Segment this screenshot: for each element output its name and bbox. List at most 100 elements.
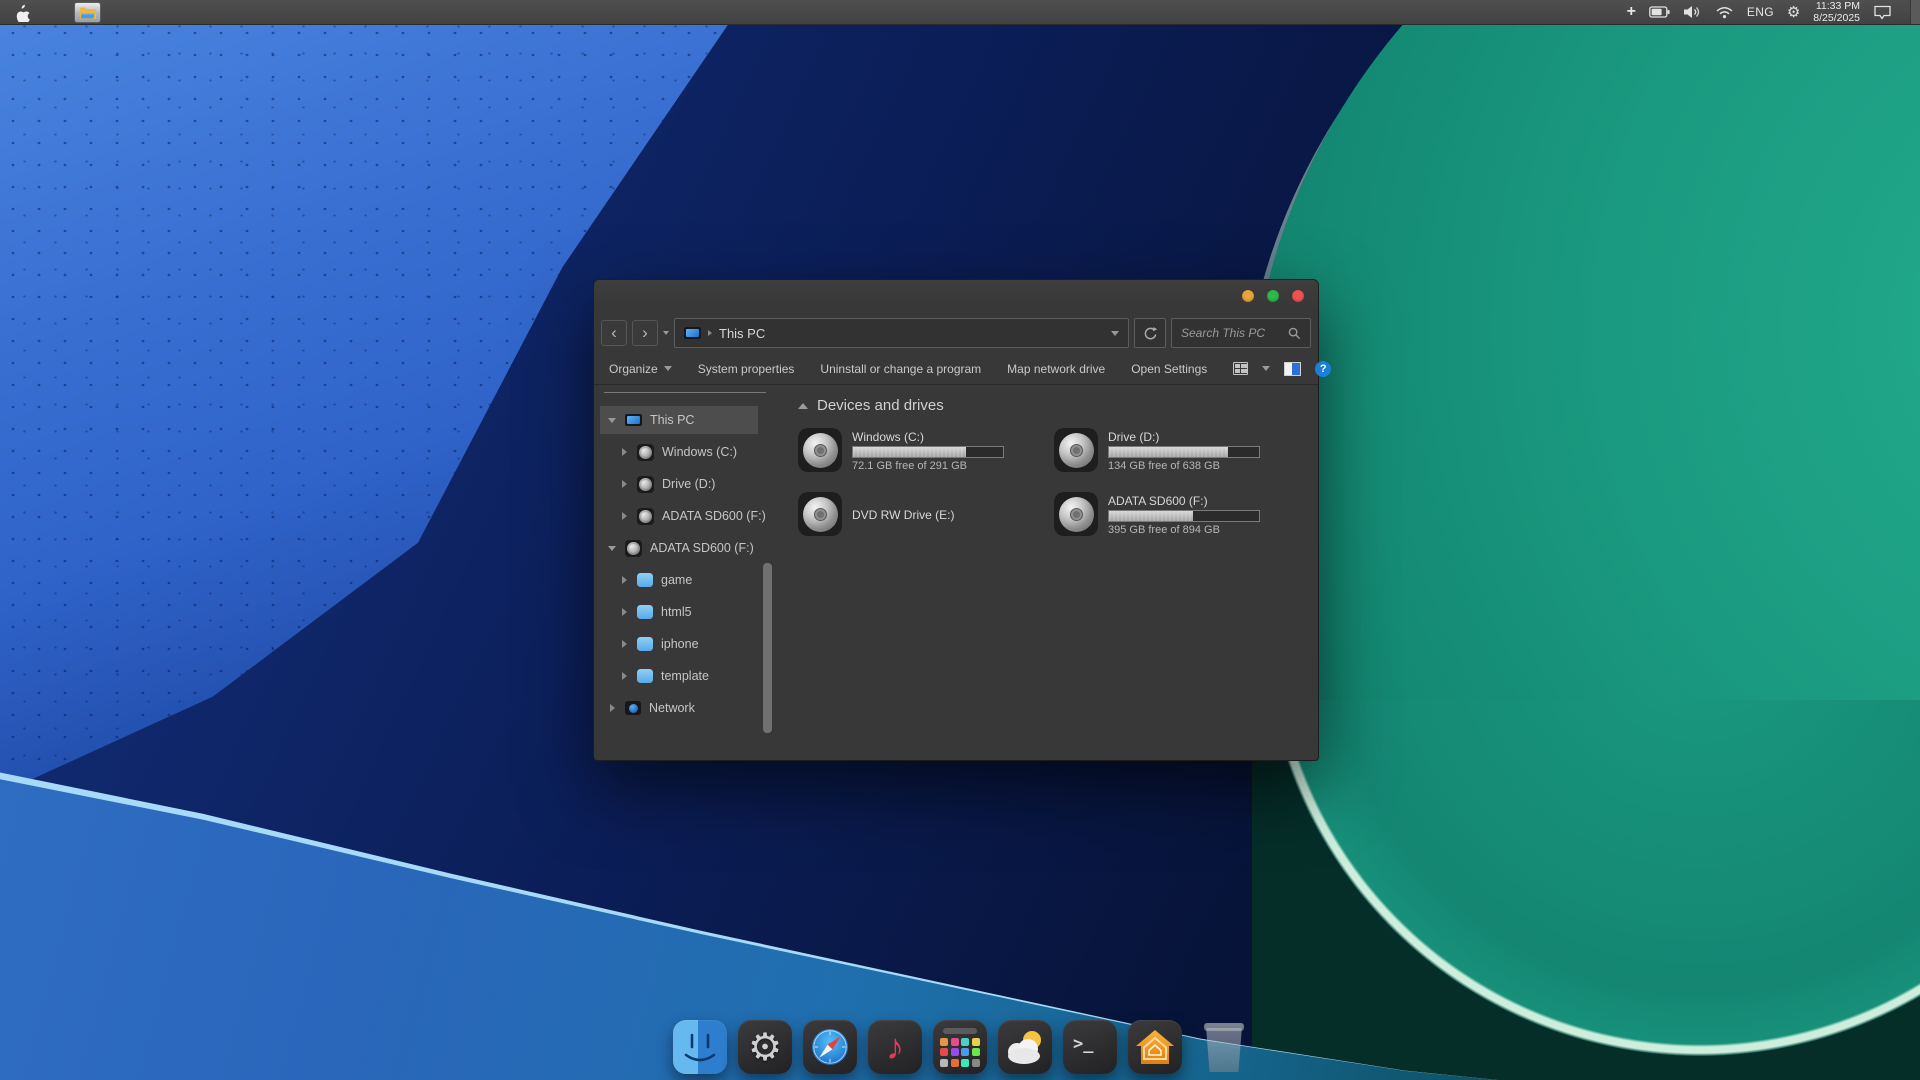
dock-safari-icon[interactable] [803, 1020, 857, 1074]
tree-item-game[interactable]: game [594, 564, 776, 596]
section-title: Devices and drives [817, 397, 944, 414]
tree-item-html5[interactable]: html5 [594, 596, 776, 628]
drive-icon [1054, 492, 1098, 536]
maximize-button[interactable] [1267, 290, 1279, 302]
tree-item-drive-d[interactable]: Drive (D:) [594, 468, 776, 500]
change-view-icon[interactable] [1233, 362, 1249, 375]
tree-item-label: template [661, 669, 709, 683]
collapse-arrow-icon[interactable] [609, 704, 615, 712]
window-controls [1242, 290, 1304, 302]
tree-item-iphone[interactable]: iphone [594, 628, 776, 660]
clock-time: 11:33 PM [1815, 0, 1860, 12]
window-titlebar[interactable] [594, 280, 1318, 313]
tree-item-this-pc[interactable]: This PC [594, 404, 776, 436]
dock-settings-icon[interactable]: ⚙ [738, 1020, 792, 1074]
wallpaper-dark-corner [1252, 700, 1920, 1080]
collapse-arrow-icon[interactable] [621, 512, 627, 520]
collapse-arrow-icon[interactable] [621, 640, 627, 648]
collapse-arrow-icon[interactable] [621, 576, 627, 584]
clock[interactable]: 11:33 PM 8/25/2025 [1813, 0, 1860, 24]
drive-name: DVD RW Drive (E:) [852, 508, 955, 522]
dock-launchpad-icon[interactable] [933, 1020, 987, 1074]
drive-name: ADATA SD600 (F:) [1108, 494, 1208, 508]
disk-icon [637, 507, 654, 525]
drive-tile-dvd-e[interactable]: DVD RW Drive (E:) [798, 492, 1054, 538]
address-bar[interactable]: This PC [674, 318, 1129, 348]
tree-item-windows-c[interactable]: Windows (C:) [594, 436, 776, 468]
collapse-arrow-icon[interactable] [621, 448, 627, 456]
search-box[interactable]: Search This PC [1171, 318, 1311, 348]
network-icon [625, 701, 641, 715]
open-settings-button[interactable]: Open Settings [1131, 362, 1207, 376]
drive-tile-windows-c[interactable]: Windows (C:) 72.1 GB free of 291 GB [798, 428, 1054, 474]
tree-item-label: ADATA SD600 (F:) [650, 541, 754, 555]
folder-icon [637, 573, 653, 587]
free-space-text: 134 GB free of 638 GB [1108, 460, 1220, 472]
settings-gear-icon[interactable]: ⚙ [1787, 3, 1800, 21]
show-desktop-strip[interactable] [1910, 0, 1920, 24]
collapse-arrow-icon[interactable] [621, 672, 627, 680]
view-dropdown-icon[interactable] [1262, 366, 1271, 371]
dock-weather-icon[interactable] [998, 1020, 1052, 1074]
tree-item-adata-f-expanded[interactable]: ADATA SD600 (F:) [594, 532, 776, 564]
expand-arrow-icon[interactable] [608, 417, 616, 423]
content-pane: Devices and drives Windows (C:) 72.1 GB … [776, 385, 1318, 760]
section-collapse-icon[interactable] [798, 402, 808, 409]
action-center-icon[interactable] [1873, 5, 1892, 20]
drive-icon [1054, 428, 1098, 472]
wifi-icon[interactable] [1715, 5, 1734, 19]
map-network-drive-button[interactable]: Map network drive [1007, 362, 1105, 376]
address-dropdown-icon[interactable] [1111, 330, 1119, 336]
drive-tile-drive-d[interactable]: Drive (D:) 134 GB free of 638 GB [1054, 428, 1310, 474]
capacity-bar [1108, 446, 1260, 458]
expand-arrow-icon[interactable] [608, 545, 616, 551]
apple-menu-icon[interactable] [14, 4, 30, 22]
file-explorer-icon [79, 7, 96, 19]
drive-tile-adata-f[interactable]: ADATA SD600 (F:) 395 GB free of 894 GB [1054, 492, 1310, 538]
dock-finder-icon[interactable] [673, 1020, 727, 1074]
file-explorer-taskbar-button[interactable] [74, 2, 101, 23]
tree-item-label: This PC [650, 413, 695, 427]
computer-icon [625, 414, 642, 426]
drive-name: Windows (C:) [852, 430, 925, 444]
tree-item-template[interactable]: template [594, 660, 776, 692]
sidebar-scrollbar[interactable] [763, 563, 772, 733]
back-button[interactable]: ‹ [601, 320, 627, 346]
free-space-text: 72.1 GB free of 291 GB [852, 460, 967, 472]
tree-item-label: ADATA SD600 (F:) [662, 509, 766, 523]
dock-home-icon[interactable] [1128, 1020, 1182, 1074]
language-indicator[interactable]: ENG [1747, 5, 1774, 19]
tree-item-label: game [661, 573, 693, 587]
dock-terminal-icon[interactable]: >_ [1063, 1020, 1117, 1074]
dock-music-icon[interactable]: ♪ [868, 1020, 922, 1074]
search-icon[interactable] [1288, 327, 1301, 340]
uninstall-program-button[interactable]: Uninstall or change a program [820, 362, 981, 376]
help-icon[interactable]: ? [1315, 360, 1332, 377]
preview-pane-icon[interactable] [1284, 361, 1302, 376]
drive-name: Drive (D:) [1108, 430, 1160, 444]
collapse-arrow-icon[interactable] [621, 608, 627, 616]
minimize-button[interactable] [1242, 290, 1254, 302]
breadcrumb-arrow-icon [708, 330, 712, 336]
dock: ⚙ ♪ >_ [673, 1020, 1247, 1074]
sidebar-divider [604, 392, 766, 393]
disk-icon [637, 475, 654, 493]
forward-button[interactable]: › [632, 320, 658, 346]
battery-icon[interactable] [1649, 6, 1670, 18]
address-text: This PC [719, 325, 766, 341]
dock-trash-icon[interactable] [1201, 1020, 1247, 1074]
section-header[interactable]: Devices and drives [798, 397, 1318, 414]
plus-icon[interactable]: + [1627, 4, 1636, 20]
volume-icon[interactable] [1683, 5, 1702, 19]
tree-item-label: Network [649, 701, 695, 715]
close-button[interactable] [1292, 290, 1304, 302]
system-properties-button[interactable]: System properties [698, 362, 795, 376]
refresh-button[interactable] [1134, 318, 1166, 348]
tree-item-adata-f[interactable]: ADATA SD600 (F:) [594, 500, 776, 532]
recent-locations-chevron-icon[interactable] [663, 331, 669, 335]
disk-icon [625, 539, 642, 557]
organize-button[interactable]: Organize [609, 362, 672, 376]
navigation-pane: This PC Windows (C:) Drive (D:) ADATA SD… [594, 385, 776, 760]
tree-item-network[interactable]: Network [594, 692, 776, 724]
collapse-arrow-icon[interactable] [621, 480, 627, 488]
